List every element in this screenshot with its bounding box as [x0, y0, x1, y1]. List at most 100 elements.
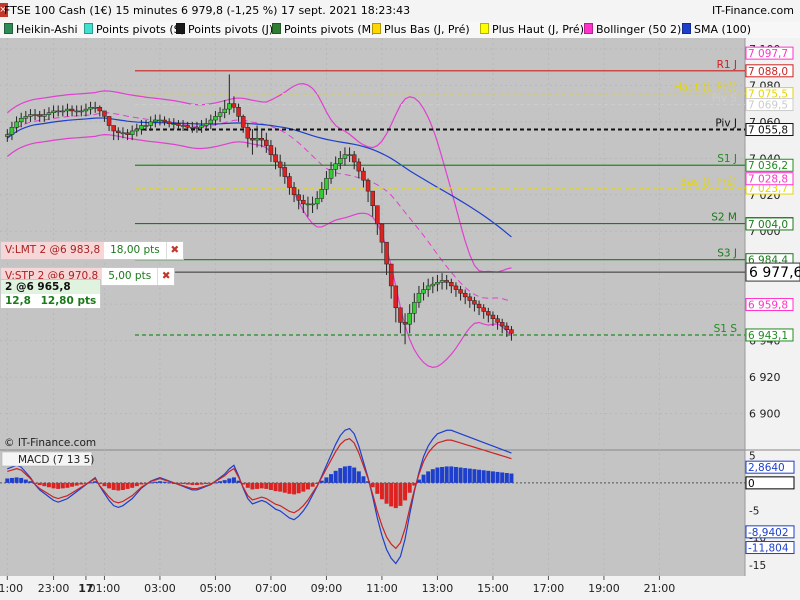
macd-histogram-bar: [218, 481, 223, 483]
candle-body: [79, 110, 84, 113]
macd-histogram-bar: [370, 482, 375, 488]
watermark: © IT-Finance.com: [4, 437, 96, 449]
position-value-1: 12,8: [5, 295, 31, 307]
macd-histogram-bar: [111, 482, 116, 490]
legend-item-0[interactable]: Heikin-Ashi: [4, 23, 78, 37]
macd-histogram-bar: [403, 482, 408, 501]
candle-body: [347, 154, 352, 156]
macd-histogram-bar: [185, 482, 190, 485]
candle-body: [342, 154, 348, 159]
candle-body: [453, 285, 459, 290]
candle-body: [398, 307, 403, 323]
legend-item-7[interactable]: SMA (100): [682, 23, 751, 37]
close-order-limit-icon[interactable]: ✖: [165, 242, 183, 259]
legend-item-5[interactable]: Plus Haut (J, Pré): [480, 23, 584, 37]
macd-tag: 0: [748, 478, 755, 490]
legend-item-2[interactable]: Points pivots (J): [176, 23, 273, 37]
candle-body: [102, 110, 107, 117]
candle-body: [273, 154, 278, 163]
macd-histogram-bar: [472, 469, 477, 483]
close-order-stop-icon[interactable]: ✖: [157, 268, 174, 285]
candle-body: [88, 107, 93, 110]
order-limit-box[interactable]: V:LMT 2 @6 983,8 18,00 pts ✖: [0, 241, 184, 260]
candle-body: [46, 112, 52, 115]
macd-histogram-bar: [162, 481, 167, 483]
macd-histogram-bar: [444, 466, 449, 483]
candle-body: [430, 283, 436, 287]
macd-histogram-bar: [181, 482, 186, 484]
chart-area[interactable]: 21:0023:001701:0003:0005:0007:0009:0011:…: [0, 38, 800, 600]
candle-body: [194, 127, 200, 129]
macd-histogram-bar: [393, 482, 398, 509]
macd-histogram-bar: [421, 474, 426, 483]
legend-item-6[interactable]: Bollinger (50 2): [584, 23, 681, 37]
macd-histogram-bar: [74, 482, 79, 486]
candle-body: [449, 282, 454, 287]
candle-body: [139, 125, 144, 130]
macd-histogram-bar: [292, 482, 297, 495]
brand-label: IT-Finance.com: [712, 4, 794, 17]
x-tick-label: 13:00: [422, 582, 454, 595]
macd-histogram-bar: [19, 477, 24, 483]
candle-body: [55, 110, 61, 113]
macd-histogram-bar: [375, 482, 380, 494]
candle-body: [439, 280, 445, 283]
candle-body: [148, 121, 153, 126]
position-label: 2 @6 965,8: [1, 280, 101, 294]
candle-body: [324, 178, 329, 190]
macd-histogram-bar: [250, 482, 255, 490]
x-tick-label: 19:00: [588, 582, 620, 595]
macd-histogram-bar: [398, 482, 403, 506]
macd-histogram-bar: [42, 482, 47, 487]
macd-histogram-bar: [329, 474, 334, 483]
candle-body: [435, 282, 440, 285]
axis-tag: 6 959,8: [748, 300, 788, 312]
candle-body: [5, 134, 10, 137]
candle-body: [213, 116, 218, 121]
candle-body: [388, 263, 394, 287]
legend-swatch-icon: [176, 23, 185, 34]
candle-body: [291, 187, 297, 196]
axis-tag: 7 097,7: [748, 48, 788, 60]
chart-svg[interactable]: 21:0023:001701:0003:0005:0007:0009:0011:…: [0, 38, 800, 600]
candle-body: [37, 114, 42, 117]
candle-body: [375, 205, 380, 225]
macd-histogram-bar: [435, 467, 440, 483]
macd-histogram-bar: [194, 482, 199, 486]
macd-histogram-bar: [23, 479, 28, 483]
macd-histogram-bar: [157, 481, 162, 483]
macd-histogram-bar: [56, 482, 61, 489]
macd-histogram-bar: [504, 473, 509, 483]
x-tick-label: 21:00: [0, 582, 23, 595]
candle-body: [361, 170, 366, 181]
candle-body: [416, 292, 422, 303]
macd-histogram-bar: [449, 466, 454, 483]
macd-histogram-bar: [463, 468, 468, 483]
position-box[interactable]: 2 @6 965,8 12,8 12,80 pts: [0, 279, 102, 309]
level-name: Piv S: [712, 93, 738, 105]
candle-body: [264, 139, 269, 146]
candle-body: [153, 119, 158, 123]
legend-item-1[interactable]: Points pivots (S): [84, 23, 185, 37]
candle-body: [176, 123, 181, 126]
macd-histogram-bar: [134, 482, 139, 487]
candle-body: [134, 128, 140, 132]
legend-item-3[interactable]: Points pivots (M): [272, 23, 375, 37]
macd-histogram-bar: [490, 471, 495, 483]
candle-body: [65, 108, 70, 112]
x-tick-label: 09:00: [311, 582, 343, 595]
candle-body: [245, 127, 251, 139]
candle-body: [490, 314, 496, 319]
candle-body: [28, 114, 33, 117]
candle-body: [486, 311, 491, 316]
macd-histogram-bar: [14, 477, 19, 483]
legend-item-4[interactable]: Plus Bas (J, Pré): [372, 23, 470, 37]
candle-body: [125, 132, 130, 135]
macd-histogram-bar: [347, 465, 352, 483]
macd-histogram-bar: [453, 466, 458, 483]
candle-body: [254, 138, 260, 141]
candle-body: [250, 138, 255, 141]
macd-histogram-bar: [509, 473, 514, 483]
macd-y-tick-label: 5: [749, 450, 756, 462]
candle-body: [296, 194, 301, 201]
